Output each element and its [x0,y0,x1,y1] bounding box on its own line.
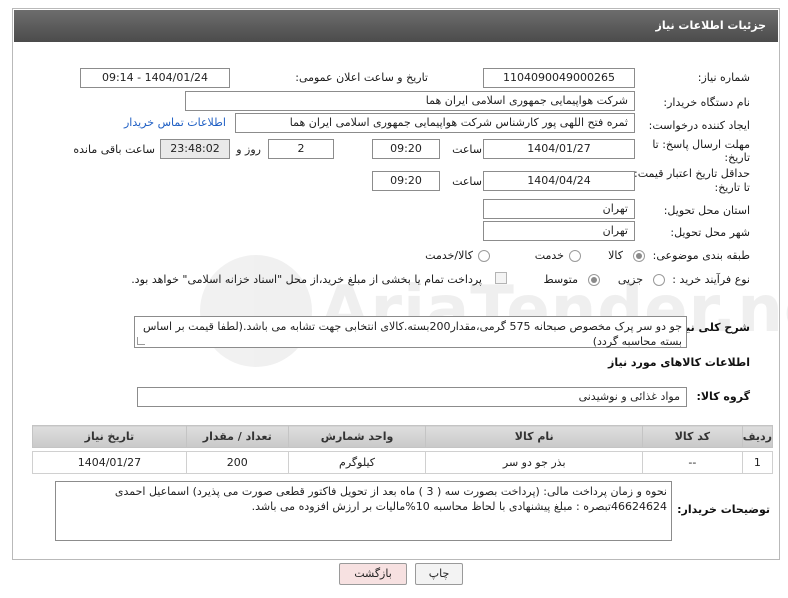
treasury-payment-note: پرداخت تمام یا بخشی از مبلغ خرید،از محل … [131,273,482,286]
deadline-label: مهلت ارسال پاسخ: تا [652,138,750,151]
panel-title: جزئیات اطلاعات نیاز [655,19,767,32]
process-label: نوع فرآیند خرید : [672,273,750,286]
days-label: روز و [236,143,261,156]
cell-quantity: 200 [185,451,289,474]
col-unit: واحد شمارش [287,425,427,448]
cell-row-number: 1 [741,451,774,474]
city-label: شهر محل تحویل: [670,226,750,239]
col-item-code: کد کالا [641,425,743,448]
category-option-service: خدمت [534,249,564,262]
category-option-both: کالا/خدمت [425,249,473,262]
creator-field: ثمره فتح اللهی پور کارشناس شرکت هواپیمای… [235,113,635,133]
process-option-medium: متوسط [543,273,578,286]
need-number-field: 1104090049000265 [483,68,635,88]
deadline-time-field: 09:20 [372,139,440,159]
description-textarea: جو دو سر پرک مخصوص صبحانه 575 گرمی،مقدار… [134,316,687,348]
creator-label: ایجاد کننده درخواست: [648,119,750,132]
validity-date-field: 1404/04/24 [483,171,635,191]
validity-label-date: تا تاریخ: [714,181,750,194]
process-radio-medium[interactable] [588,274,600,286]
deadline-date-field: 1404/01/27 [483,139,635,159]
category-radio-goods[interactable] [633,250,645,262]
buyer-org-field: شرکت هواپیمایی جمهوری اسلامی ایران هما [185,91,635,111]
category-label: طبقه بندی موضوعی: [652,249,750,262]
province-field: تهران [483,199,635,219]
validity-label: حداقل تاریخ اعتبار قیمت: [634,167,750,180]
category-option-goods: کالا [608,249,623,262]
items-table: ردیف کد کالا نام کالا واحد شمارش تعداد /… [32,425,774,474]
print-button[interactable]: چاپ [415,563,463,585]
remaining-label: ساعت باقی مانده [73,143,155,156]
treasury-payment-checkbox[interactable] [495,272,507,284]
announce-label: تاریخ و ساعت اعلان عمومی: [295,71,428,84]
city-field: تهران [483,221,635,241]
remaining-time-field: 23:48:02 [160,139,230,159]
goods-group-label: گروه کالا: [696,390,750,403]
table-header-row: ردیف کد کالا نام کالا واحد شمارش تعداد /… [32,425,774,448]
col-item-name: نام کالا [425,425,643,448]
deadline-label-date: تاریخ: [724,151,750,164]
validity-time-field: 09:20 [372,171,440,191]
resize-grip-icon[interactable] [137,337,145,345]
buyer-contact-link[interactable]: اطلاعات تماس خریدار [124,116,226,129]
col-quantity: تعداد / مقدار [185,425,289,448]
category-radio-service[interactable] [569,250,581,262]
cell-need-date: 1404/01/27 [32,451,187,474]
cell-unit: کیلوگرم [287,451,427,474]
category-radio-both[interactable] [478,250,490,262]
process-option-minor: جزیی [617,273,643,286]
process-radio-minor[interactable] [653,274,665,286]
buyer-notes-textarea: نحوه و زمان پرداخت مالی: (پرداخت بصورت س… [55,481,672,541]
goods-section-title: اطلاعات کالاهای مورد نیاز [608,356,750,369]
province-label: استان محل تحویل: [663,204,750,217]
buyer-notes-label: توضیحات خریدار: [677,503,770,516]
col-need-date: تاریخ نیاز [32,425,187,448]
validity-time-label: ساعت [452,175,482,188]
buyer-notes-text: نحوه و زمان پرداخت مالی: (پرداخت بصورت س… [114,485,667,513]
days-field: 2 [268,139,334,159]
back-button[interactable]: بازگشت [339,563,407,585]
goods-group-field: مواد غذائی و نوشیدنی [137,387,687,407]
buyer-org-label: نام دستگاه خریدار: [663,96,750,109]
description-text: جو دو سر پرک مخصوص صبحانه 575 گرمی،مقدار… [142,320,682,348]
need-number-label: شماره نیاز: [697,71,750,84]
cell-item-code: -- [641,451,743,474]
table-row[interactable]: 1 -- بذر جو دو سر کیلوگرم 200 1404/01/27 [32,451,774,474]
panel-title-bar: جزئیات اطلاعات نیاز [14,10,778,42]
cell-item-name: بذر جو دو سر [425,451,643,474]
col-row-number: ردیف [741,425,774,448]
announce-field: 1404/01/24 - 09:14 [80,68,230,88]
deadline-time-label: ساعت [452,143,482,156]
